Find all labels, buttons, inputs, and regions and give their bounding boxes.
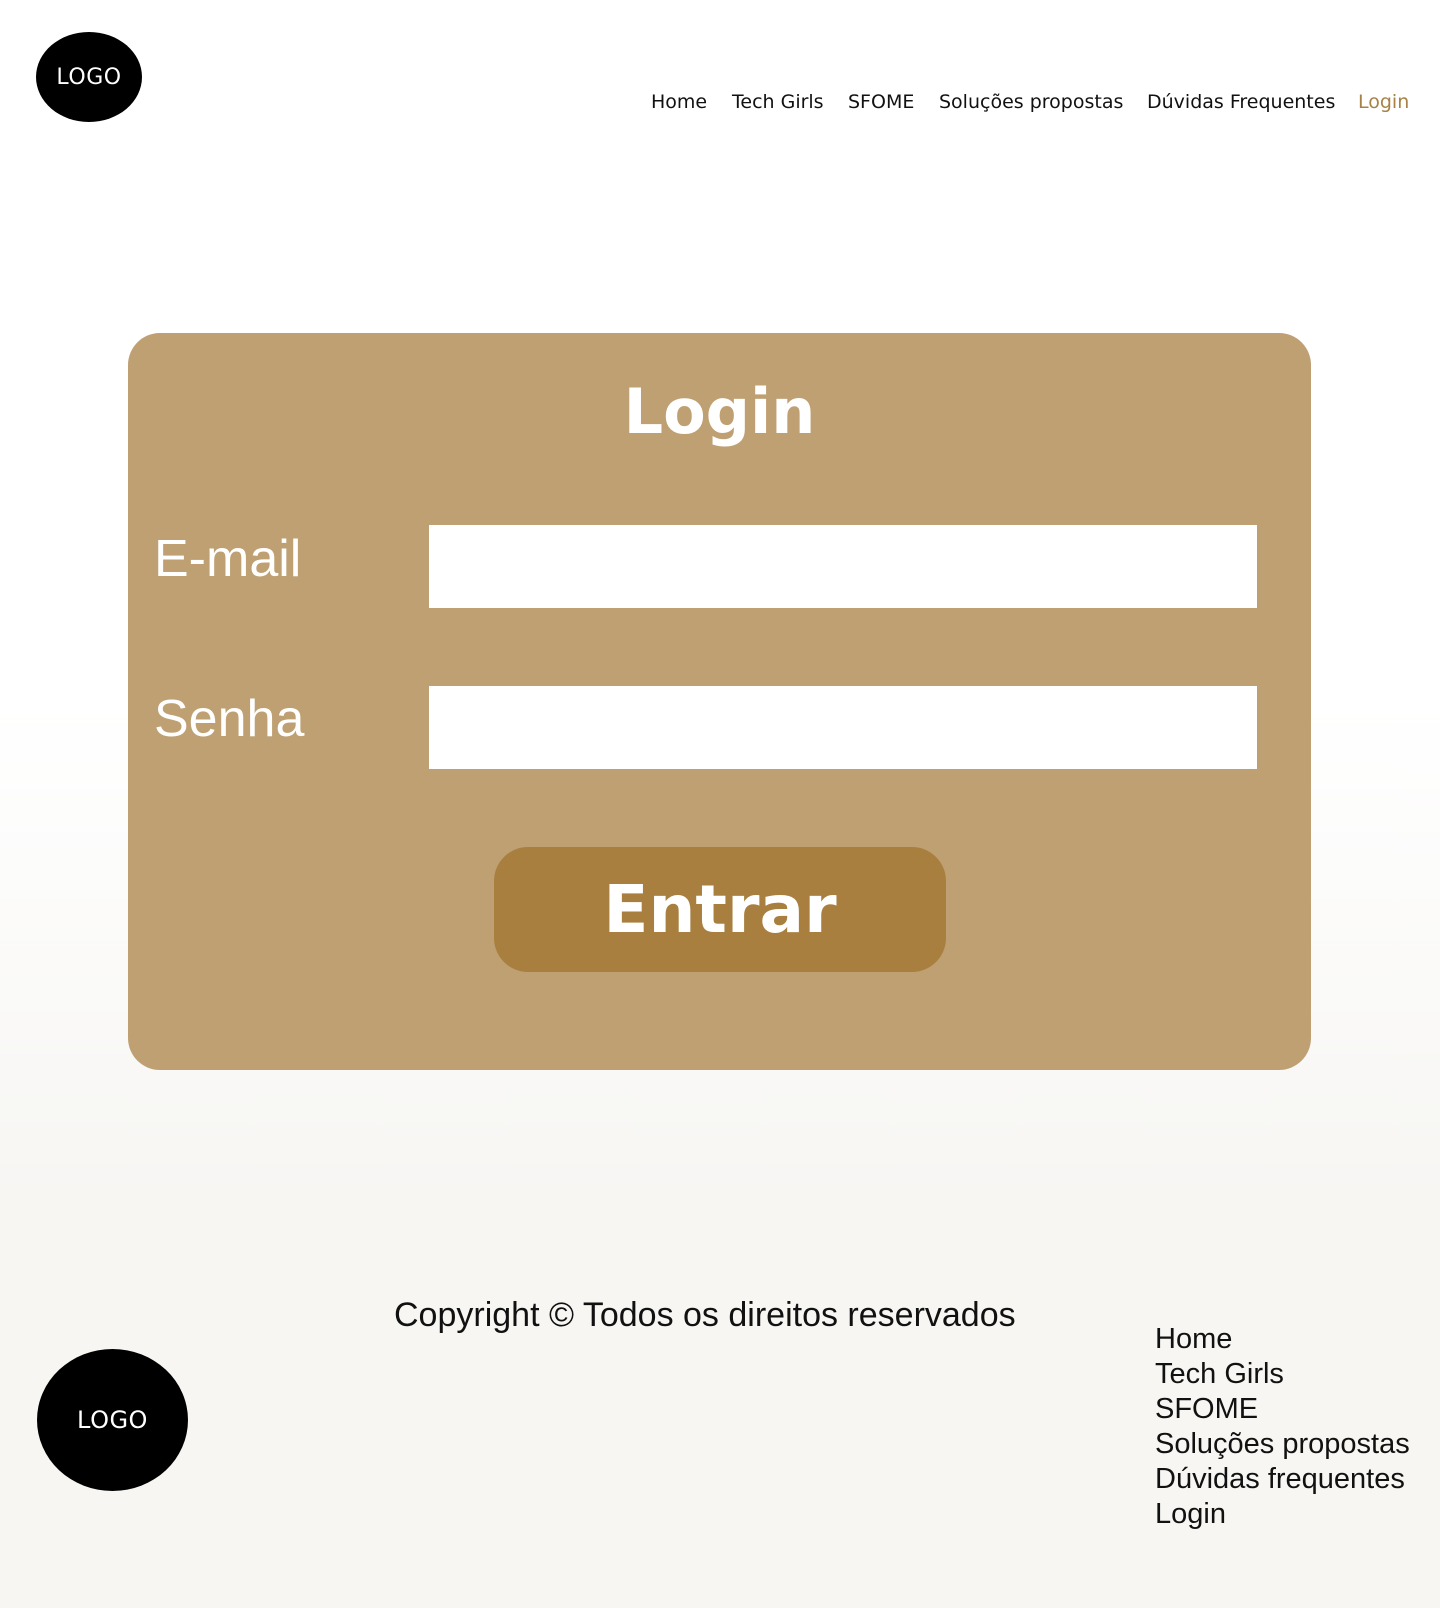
main-nav: Home Tech Girls SFOME Soluções propostas… [0,91,1440,117]
login-title: Login [623,375,816,448]
header-logo-text: LOGO [56,64,122,90]
login-card: Login E-mail Senha Entrar [128,333,1311,1070]
copyright-text: Copyright © Todos os direitos reservados [394,1296,1016,1334]
submit-button[interactable]: Entrar [494,847,946,972]
password-field[interactable] [429,686,1257,769]
footer-logo[interactable]: LOGO [37,1349,188,1491]
email-label: E-mail [154,530,302,588]
password-label: Senha [154,690,305,748]
footer-link-sfome[interactable]: SFOME [1155,1392,1425,1427]
footer-link-solucoes-propostas[interactable]: Soluções propostas [1155,1427,1425,1462]
submit-button-label: Entrar [603,871,837,948]
nav-item-home[interactable]: Home [651,91,707,113]
nav-item-sfome[interactable]: SFOME [848,91,914,113]
footer-logo-text: LOGO [77,1406,148,1434]
footer-nav: Home Tech Girls SFOME Soluções propostas… [1155,1322,1425,1532]
nav-item-duvidas-frequentes[interactable]: Dúvidas Frequentes [1147,91,1335,113]
footer-link-home[interactable]: Home [1155,1322,1425,1357]
footer-link-duvidas-frequentes[interactable]: Dúvidas frequentes [1155,1462,1425,1497]
footer-link-login[interactable]: Login [1155,1497,1425,1532]
nav-item-solucoes-propostas[interactable]: Soluções propostas [939,91,1123,113]
footer-link-tech-girls[interactable]: Tech Girls [1155,1357,1425,1392]
email-field[interactable] [429,525,1257,608]
nav-item-login[interactable]: Login [1358,91,1409,113]
nav-item-tech-girls[interactable]: Tech Girls [732,91,824,113]
